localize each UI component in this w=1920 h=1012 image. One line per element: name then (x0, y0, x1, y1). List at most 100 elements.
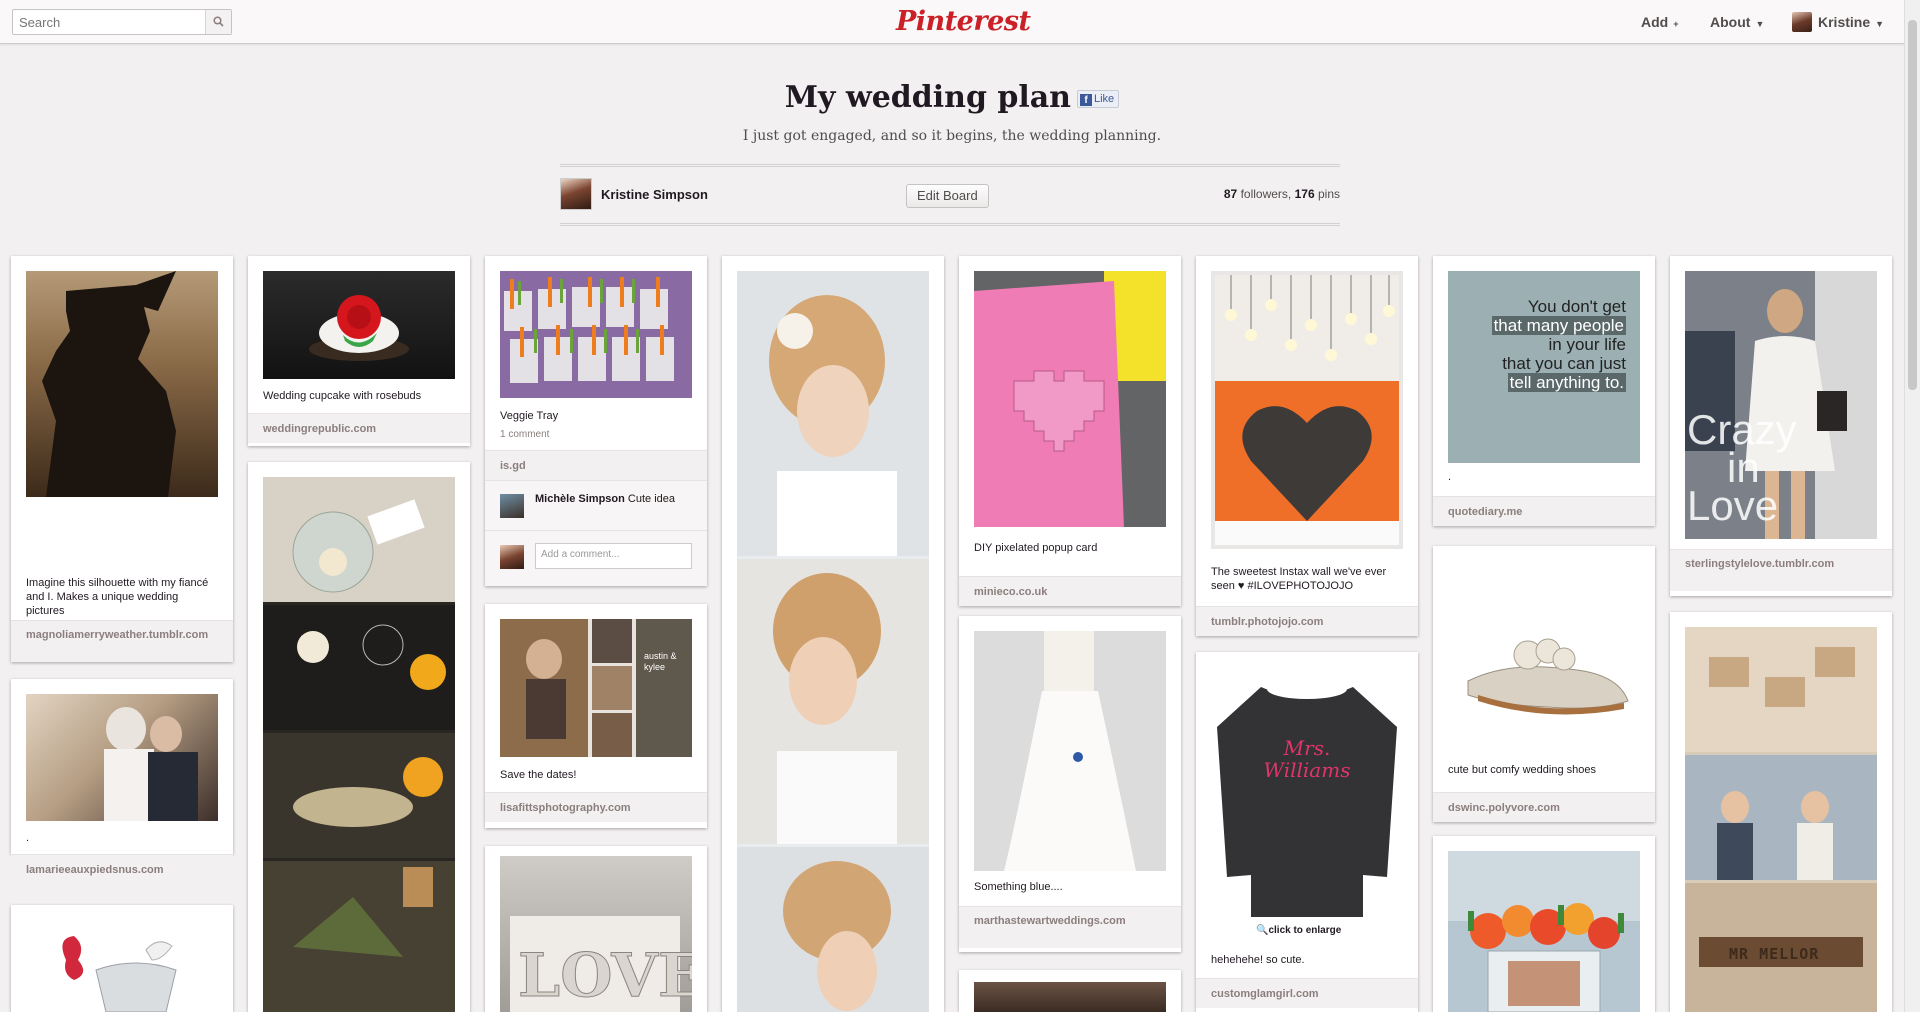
pin-source[interactable]: magnoliamerryweather.tumblr.com (11, 620, 233, 662)
pin-source[interactable]: weddingrepublic.com (248, 413, 470, 443)
svg-text:LOVE: LOVE (518, 941, 692, 1011)
pin-image[interactable]: Mrs. Williams 🔍click to enlarge (1211, 667, 1403, 942)
pin-card[interactable]: LOVE (485, 846, 707, 1012)
owner-avatar[interactable] (560, 178, 592, 210)
edit-board-button[interactable]: Edit Board (906, 184, 989, 208)
nav-add-label: Add (1641, 14, 1669, 30)
pin-image[interactable] (26, 694, 218, 821)
pin-source[interactable]: minieco.co.uk (959, 576, 1181, 606)
pin-image[interactable]: LOVE (500, 856, 692, 1012)
plus-icon: + (1673, 19, 1679, 29)
quote-line: that you can just (1502, 354, 1626, 373)
pinterest-logo[interactable]: Pinterest (896, 4, 1031, 40)
pin-card[interactable]: . lamarieeauxpiedsnus.com (11, 679, 233, 884)
chevron-down-icon: ▼ (1755, 19, 1765, 29)
pin-description: Imagine this silhouette with my fiancé a… (26, 577, 209, 617)
scrollbar[interactable] (1904, 0, 1920, 1012)
pin-image[interactable]: MR MELLOR (1685, 627, 1877, 1012)
search-input[interactable] (13, 10, 205, 34)
pin-card[interactable] (1433, 836, 1655, 1012)
pin-card[interactable] (248, 462, 470, 1012)
pin-card[interactable]: Something blue.... marthastewartweddings… (959, 616, 1181, 952)
pin-description: cute but comfy wedding shoes (1448, 764, 1596, 776)
pin-card[interactable] (722, 256, 944, 1012)
user-avatar[interactable] (1792, 12, 1812, 32)
board-meta: Kristine Simpson Edit Board 87 followers… (560, 164, 1340, 226)
commenter-name[interactable]: Michèle Simpson (535, 493, 625, 505)
pin-card[interactable]: Veggie Tray 1 comment is.gd Michèle Simp… (485, 256, 707, 586)
facebook-like-button[interactable]: f Like (1077, 90, 1120, 108)
top-bar: Pinterest Add + About ▼ Kristine ▼ (0, 0, 1904, 44)
quote-line: You don't get (1527, 297, 1626, 316)
pin-image[interactable]: austin & kylee (500, 619, 692, 757)
pin-image[interactable] (737, 271, 929, 1012)
click-to-enlarge-label[interactable]: 🔍click to enlarge (1256, 925, 1341, 936)
search-icon (213, 16, 224, 27)
add-comment-input[interactable]: Add a comment... (535, 543, 692, 569)
pin-image[interactable] (263, 477, 455, 1012)
pin-card[interactable] (11, 905, 233, 1012)
couple-dancing-image (104, 707, 198, 821)
pin-source[interactable]: tumblr.photojojo.com (1196, 606, 1418, 636)
bride-garter-image (974, 631, 1166, 871)
pin-image[interactable] (26, 920, 218, 1012)
followers-label[interactable]: followers, (1241, 187, 1292, 201)
board-title-row: My wedding plan f Like (0, 80, 1904, 115)
pin-image[interactable] (1448, 561, 1640, 771)
search-button[interactable] (205, 10, 231, 34)
pin-description: DIY pixelated popup card (974, 542, 1098, 554)
pin-image[interactable] (974, 631, 1166, 871)
pin-source[interactable]: customglamgirl.com (1196, 978, 1418, 1008)
pin-card[interactable]: austin & kylee Save the dates! lisafitts… (485, 604, 707, 828)
pin-image[interactable] (974, 271, 1166, 527)
pin-source[interactable]: is.gd (485, 450, 707, 480)
rose-cupcake-image (309, 295, 409, 361)
pin-card[interactable]: Imagine this silhouette with my fiancé a… (11, 256, 233, 662)
pin-image[interactable]: You don't get that many people in your l… (1448, 271, 1640, 463)
pin-card[interactable]: You don't get that many people in your l… (1433, 256, 1655, 526)
pin-image[interactable] (263, 271, 455, 379)
pin-image[interactable] (974, 982, 1166, 1012)
pin-image[interactable]: Crazy in Love (1685, 271, 1877, 539)
pin-image[interactable] (500, 271, 692, 398)
love-letter-tray-image: LOVE (510, 916, 692, 1012)
comment-count[interactable]: 1 comment (500, 429, 549, 440)
pin-image[interactable] (26, 271, 218, 497)
pin-card[interactable]: Crazy in Love sterlingstylelove.tumblr.c… (1670, 256, 1892, 596)
quote-line: tell anything to. (1507, 373, 1626, 392)
comment-text: Michèle Simpson Cute idea (535, 493, 675, 505)
pin-description: hehehehe! so cute. (1211, 954, 1305, 966)
mrs-sweater-image (1217, 679, 1397, 917)
nav-add[interactable]: Add + (1641, 14, 1678, 30)
flower-centerpiece-image (1448, 851, 1640, 1012)
pin-source[interactable]: sterlingstylelove.tumblr.com (1670, 549, 1892, 591)
owner-name[interactable]: Kristine Simpson (601, 187, 708, 202)
pin-source[interactable]: quotediary.me (1433, 496, 1655, 526)
pin-card[interactable]: The sweetest Instax wall we've ever seen… (1196, 256, 1418, 636)
commenter-avatar[interactable] (500, 494, 524, 518)
pin-card[interactable]: cute but comfy wedding shoes dswinc.poly… (1433, 546, 1655, 822)
pin-description: Wedding cupcake with rosebuds (263, 390, 422, 402)
pin-description: Something blue.... (974, 881, 1063, 893)
pin-source[interactable]: lisafittsphotography.com (485, 792, 707, 822)
board-title: My wedding plan (784, 80, 1071, 115)
add-comment-row: Add a comment... (485, 530, 707, 586)
pin-description: . (1448, 471, 1452, 483)
pin-source[interactable]: dswinc.polyvore.com (1433, 792, 1655, 822)
pin-image[interactable] (1211, 271, 1403, 549)
magnifier-icon: 🔍 (1256, 925, 1269, 936)
pin-card[interactable]: MR MELLOR (1670, 612, 1892, 1012)
pin-card[interactable]: Wedding cupcake with rosebuds weddingrep… (248, 256, 470, 446)
pin-card[interactable] (959, 970, 1181, 1012)
nav-user[interactable]: Kristine ▼ (1818, 14, 1884, 30)
comment-body: Cute idea (627, 493, 676, 505)
pin-image[interactable] (1448, 851, 1640, 1012)
followers-count[interactable]: 87 (1224, 187, 1237, 201)
nav-about[interactable]: About ▼ (1710, 14, 1764, 30)
pin-card[interactable]: DIY pixelated popup card minieco.co.uk (959, 256, 1181, 606)
scrollbar-thumb[interactable] (1908, 20, 1917, 390)
pin-card[interactable]: Mrs. Williams 🔍click to enlarge hehehehe… (1196, 652, 1418, 1012)
quote-line: in your life (1548, 335, 1626, 354)
pin-source[interactable]: lamarieeauxpiedsnus.com (11, 854, 233, 884)
pin-source[interactable]: marthastewartweddings.com (959, 906, 1181, 948)
